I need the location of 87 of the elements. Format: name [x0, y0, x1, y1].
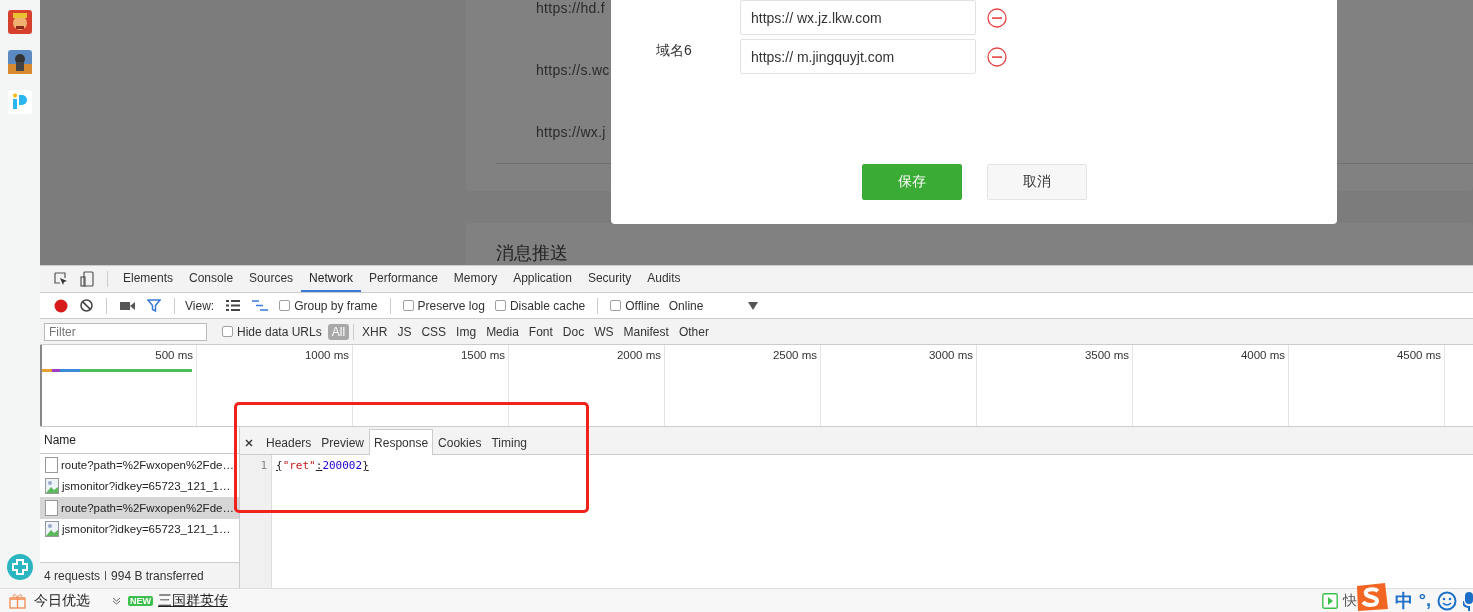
microphone-icon[interactable]	[1463, 590, 1473, 611]
list-view-icon[interactable]	[226, 300, 241, 311]
checkbox[interactable]: Disable cache	[494, 298, 586, 313]
waterfall-view-icon[interactable]	[252, 300, 269, 311]
detail-tab[interactable]: Response	[369, 429, 434, 455]
time-tick: 4000 ms	[1240, 349, 1285, 361]
time-tick: 1500 ms	[460, 349, 505, 361]
smiley-icon[interactable]	[1437, 590, 1457, 611]
checkbox[interactable]: Offline	[610, 298, 660, 313]
time-tick: 500 ms	[155, 349, 193, 361]
type-filter[interactable]: Manifest	[619, 323, 673, 340]
type-filter[interactable]: Media	[482, 323, 523, 340]
devtools-tab[interactable]: Application	[505, 266, 580, 292]
remove-icon[interactable]	[987, 46, 1007, 67]
ime-mode[interactable]: 中	[1394, 588, 1413, 612]
type-filter[interactable]: Font	[524, 323, 557, 340]
new-badge: NEW	[128, 595, 153, 606]
checkbox[interactable]: Preserve log	[402, 298, 485, 313]
type-filter[interactable]: WS	[590, 323, 618, 340]
app-label[interactable]: 快	[1342, 591, 1357, 610]
detail-tab[interactable]: Timing	[486, 430, 532, 455]
app-icon[interactable]	[8, 10, 32, 34]
time-tick: 4500 ms	[1396, 349, 1441, 361]
type-filter[interactable]: Other	[674, 323, 713, 340]
promo-link[interactable]: 今日优选	[34, 591, 90, 610]
domain-text: https://wx.j	[536, 123, 606, 142]
devtools-tab[interactable]: Audits	[639, 266, 689, 292]
detail-tab[interactable]: Cookies	[433, 430, 487, 455]
time-tick: 2500 ms	[772, 349, 817, 361]
time-tick: 1000 ms	[304, 349, 349, 361]
type-filter[interactable]: JS	[393, 323, 416, 340]
game-link[interactable]: 三国群英传	[158, 591, 228, 610]
chevron-down-icon[interactable]	[112, 596, 121, 605]
time-tick: 3500 ms	[1084, 349, 1129, 361]
request-count: 4 requests	[44, 568, 101, 583]
request-row[interactable]: route?path=%2Fwxopen%2Fde…	[40, 454, 239, 476]
request-row[interactable]: route?path=%2Fwxopen%2Fde…	[40, 497, 239, 519]
domain-text: https://hd.f	[536, 0, 605, 18]
type-filter[interactable]: Doc	[558, 323, 589, 340]
camera-icon[interactable]	[120, 300, 135, 311]
remove-icon[interactable]	[987, 7, 1007, 28]
cancel-button[interactable]: 取消	[987, 164, 1087, 200]
devtools-tab[interactable]: Performance	[361, 266, 446, 292]
column-header[interactable]: Name	[44, 433, 76, 447]
devtools-tab[interactable]: Security	[579, 266, 640, 292]
filter-icon[interactable]	[147, 299, 161, 312]
inspect-icon[interactable]	[54, 272, 68, 286]
punctuation-mode[interactable]: °,	[1418, 590, 1431, 611]
request-row[interactable]: jsmonitor?idkey=65723_121_1…	[40, 518, 239, 540]
device-icon[interactable]	[80, 271, 94, 287]
devtools-tab[interactable]: Console	[181, 266, 242, 292]
devtools-tab[interactable]: Memory	[445, 266, 506, 292]
type-filter[interactable]: CSS	[417, 323, 451, 340]
checkbox[interactable]: Hide data URLs	[222, 324, 322, 339]
document-icon	[45, 499, 58, 516]
image-icon	[45, 478, 59, 495]
app-icon[interactable]	[8, 50, 32, 74]
line-number: 1	[259, 459, 267, 472]
domain-input[interactable]: https:// wx.jz.lkw.com	[740, 0, 976, 35]
domain-input[interactable]: https:// m.jingquyjt.com	[740, 39, 976, 74]
detail-tab[interactable]: Headers	[261, 430, 317, 455]
devtools-tab[interactable]: Sources	[241, 266, 302, 292]
section-title: 消息推送	[496, 243, 568, 263]
throttling-select[interactable]: Online	[668, 298, 704, 313]
play-icon[interactable]	[1321, 592, 1338, 609]
filter-field[interactable]: Filter	[44, 322, 207, 341]
close-icon[interactable]	[245, 439, 253, 447]
transfer-size: 994 B transferred	[111, 568, 204, 583]
field-label: 域名6	[656, 42, 692, 58]
domain-text: https://s.wc	[536, 61, 610, 80]
type-filter[interactable]: Img	[452, 323, 481, 340]
clear-icon[interactable]	[80, 299, 93, 312]
assistant-icon[interactable]	[7, 554, 33, 580]
type-filter[interactable]: XHR	[358, 323, 392, 340]
view-label: View:	[185, 298, 215, 313]
devtools-tab[interactable]: Elements	[115, 266, 182, 292]
record-icon[interactable]	[54, 298, 68, 313]
devtools-tab[interactable]: Network	[301, 266, 362, 292]
detail-tab[interactable]: Preview	[316, 430, 370, 455]
time-tick: 3000 ms	[928, 349, 973, 361]
dropdown-icon[interactable]	[748, 301, 759, 310]
image-icon	[45, 521, 59, 538]
time-tick: 2000 ms	[616, 349, 661, 361]
checkbox[interactable]: Group by frame	[279, 298, 378, 313]
code-line: {"ret":200002}	[276, 459, 369, 472]
request-row[interactable]: jsmonitor?idkey=65723_121_1…	[40, 475, 239, 497]
document-icon	[45, 456, 58, 473]
